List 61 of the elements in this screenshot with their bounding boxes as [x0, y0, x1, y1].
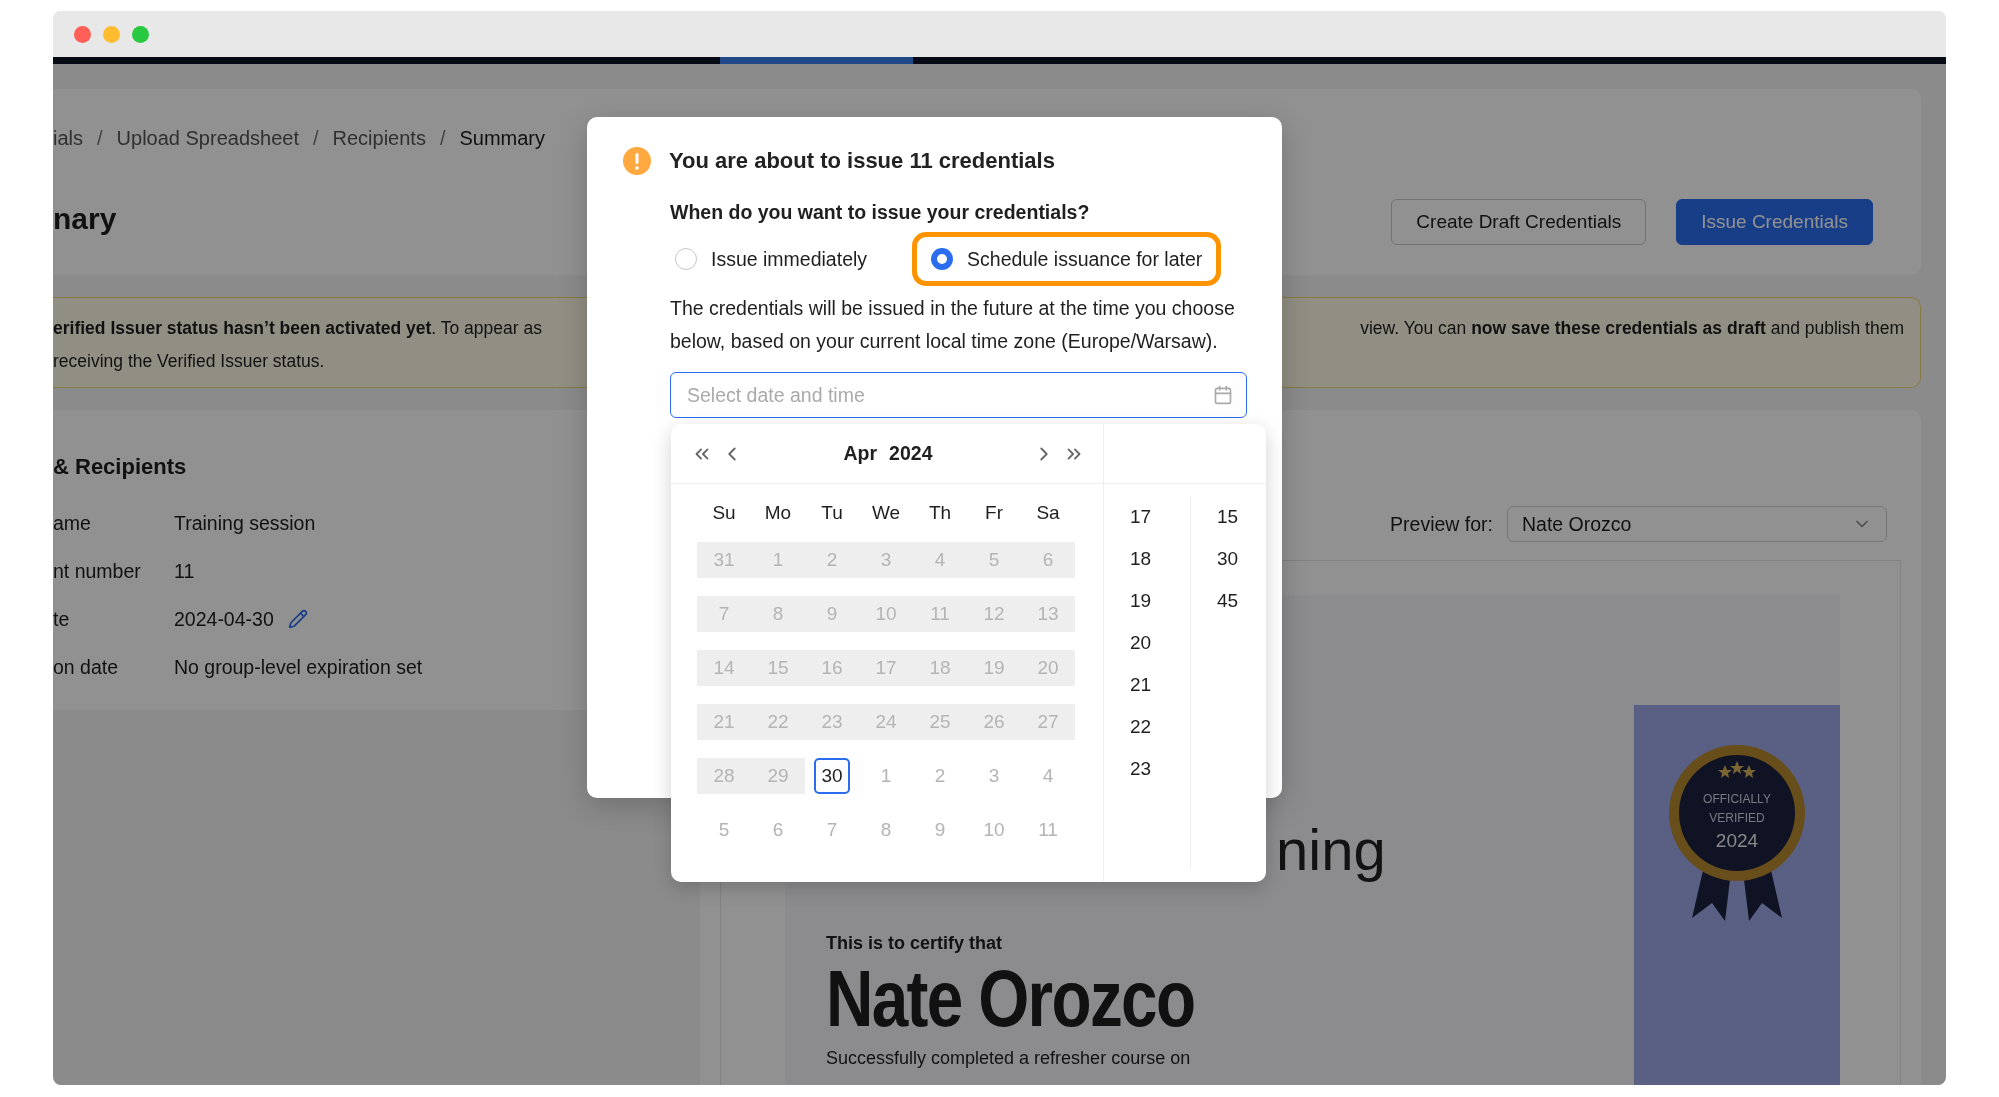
draft-button[interactable]: Create Draft Credentials: [1391, 199, 1647, 245]
minute-option[interactable]: 15: [1213, 496, 1243, 538]
breadcrumb-link[interactable]: Summary: [459, 127, 546, 150]
detail-value: 11: [174, 559, 195, 583]
certificate-description: Successfully completed a refresher course on: [826, 1048, 1192, 1069]
banner-text: view. You can now save these credentials as draft and publish them: [1360, 317, 1904, 340]
minute-option[interactable]: 30: [1213, 538, 1243, 580]
close-icon[interactable]: [74, 25, 91, 43]
month-label[interactable]: Apr: [843, 442, 878, 465]
breadcrumb-link[interactable]: Upload Spreadsheet: [116, 127, 299, 150]
radio-button[interactable]: [931, 248, 954, 270]
weekday-label: Th: [927, 502, 953, 524]
banner-text: erified Issuer status hasn’t been activated yet. To appear as: [53, 317, 542, 340]
minute-option[interactable]: 45: [1213, 580, 1243, 622]
breadcrumb-separator: /: [439, 127, 446, 150]
schedule-description: The credentials will be issued in the future at the time you choose below, based on your current local time zone (Europe/Warsaw).: [670, 296, 1236, 354]
weekday-label: We: [870, 502, 902, 524]
calendar-icon: [1213, 385, 1233, 405]
certificate-title: ning: [1276, 816, 1386, 884]
recipient-name: Nate Orozco: [826, 954, 1196, 1044]
section-title: & Recipients: [53, 454, 188, 480]
hour-option[interactable]: 18: [1126, 538, 1156, 580]
radio-option[interactable]: Schedule issuance for later: [912, 232, 1222, 286]
detail-value: 2024-04-30: [174, 607, 274, 631]
verified-badge-drawing: OFFICIALLY VERIFIED 2024: [1667, 743, 1807, 923]
dialog-title: You are about to issue 11 credentials: [669, 148, 1055, 174]
page-title: nary: [53, 202, 118, 236]
detail-value: Training session: [174, 511, 316, 535]
certificate-intro: This is to certify that: [826, 933, 1004, 954]
breadcrumb-separator: /: [97, 127, 103, 150]
radio-button[interactable]: [675, 248, 697, 270]
radio-option[interactable]: Issue immediately: [656, 232, 887, 286]
detail-label: on date: [53, 655, 120, 679]
hour-option[interactable]: 20: [1126, 622, 1156, 664]
breadcrumb-separator: /: [312, 127, 319, 150]
weekday-label: Su: [711, 502, 737, 524]
weekday-label: Sa: [1035, 502, 1061, 524]
hour-option[interactable]: 21: [1126, 664, 1156, 706]
hour-option[interactable]: 17: [1126, 496, 1156, 538]
calendar-day[interactable]: 30: [814, 758, 850, 794]
date-time-field[interactable]: Select date and time: [670, 372, 1247, 418]
breadcrumb-link[interactable]: Recipients: [332, 127, 426, 150]
detail-label: ame: [53, 511, 92, 535]
banner-text: receiving the Verified Issuer status.: [53, 350, 326, 373]
year-label[interactable]: 2024: [889, 442, 933, 465]
recipient-select[interactable]: Nate Orozco: [1507, 506, 1887, 542]
warning-icon: [623, 147, 651, 175]
hour-option[interactable]: 23: [1126, 748, 1156, 790]
hour-option[interactable]: 22: [1126, 706, 1156, 748]
breadcrumb-link[interactable]: ials: [53, 127, 83, 150]
pencil-icon[interactable]: [287, 609, 308, 629]
question-text: When do you want to issue your credentials?: [670, 201, 1091, 224]
detail-value: No group-level expiration set: [174, 655, 423, 679]
preview-label: Preview for:: [1390, 512, 1493, 536]
issue-button[interactable]: Issue Credentials: [1676, 199, 1873, 245]
weekday-label: Mo: [763, 502, 793, 524]
weekday-label: Tu: [820, 502, 844, 524]
hour-option[interactable]: 19: [1126, 580, 1156, 622]
weekday-label: Fr: [984, 502, 1004, 524]
detail-label: nt number: [53, 559, 142, 583]
detail-label: te: [53, 607, 71, 631]
